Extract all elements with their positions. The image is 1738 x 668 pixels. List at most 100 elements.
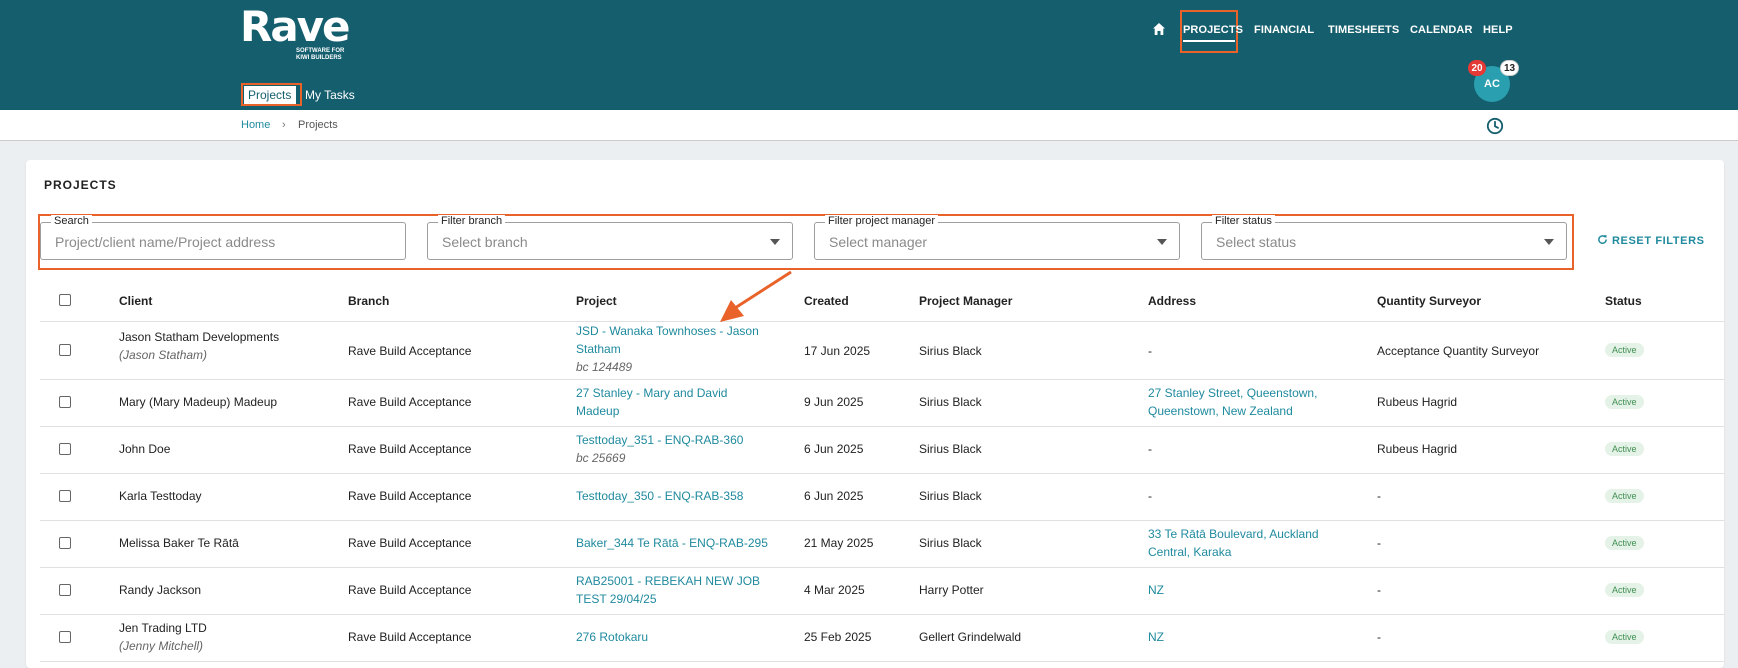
nav-calendar[interactable]: CALENDAR	[1410, 24, 1473, 36]
row-checkbox[interactable]	[59, 490, 71, 502]
table-row[interactable]: Karla Testtoday Rave Build Acceptance Te…	[40, 474, 1724, 521]
project-code: bc 25669	[576, 451, 626, 465]
branch-label: Filter branch	[438, 215, 506, 227]
home-icon[interactable]	[1152, 22, 1166, 36]
table-row[interactable]: Randy Jackson Rave Build Acceptance RAB2…	[40, 568, 1724, 615]
address-link[interactable]: NZ	[1148, 581, 1164, 599]
column-header[interactable]: Quantity Surveyor	[1377, 294, 1481, 308]
manager-select[interactable]: Filter project manager Select manager	[814, 215, 1180, 260]
nav-help[interactable]: HELP	[1483, 24, 1513, 36]
project-cell: 27 Stanley - Mary and David Madeup	[576, 384, 727, 420]
client-name: Jen Trading LTD	[119, 621, 207, 635]
column-header[interactable]: Branch	[348, 294, 389, 308]
reset-filters-label: RESET FILTERS	[1612, 235, 1705, 247]
row-checkbox[interactable]	[59, 631, 71, 643]
created-cell: 6 Jun 2025	[804, 442, 864, 456]
project-link[interactable]: Testtoday_350 - ENQ-RAB-358	[576, 487, 743, 505]
project-link[interactable]: Baker_344 Te Rātā - ENQ-RAB-295	[576, 534, 768, 552]
column-header[interactable]: Project Manager	[919, 294, 1012, 308]
project-cell: RAB25001 - REBEKAH NEW JOB TEST 29/04/25	[576, 572, 760, 608]
breadcrumb: Home › Projects	[0, 110, 1738, 141]
client-cell: Jason Statham Developments (Jason Statha…	[119, 328, 279, 364]
client-contact: (Jenny Mitchell)	[119, 639, 204, 653]
status-badge: Active	[1605, 536, 1644, 550]
status-label: Filter status	[1212, 215, 1275, 227]
search-input[interactable]: Project/client name/Project address	[55, 234, 275, 250]
project-link[interactable]: 276 Rotokaru	[576, 628, 648, 646]
address-link[interactable]: Central, Karaka	[1148, 543, 1319, 561]
table-row[interactable]: Jason Statham Developments (Jason Statha…	[40, 322, 1724, 380]
created-cell: 25 Feb 2025	[804, 630, 872, 644]
reset-filters-button[interactable]: RESET FILTERS	[1597, 234, 1705, 247]
project-cell: JSD - Wanaka Townhoses - Jason Statham b…	[576, 322, 759, 376]
column-header[interactable]: Project	[576, 294, 617, 308]
client-cell: Melissa Baker Te Rātā	[119, 536, 239, 550]
manager-cell: Sirius Black	[919, 442, 982, 456]
address-link[interactable]: 33 Te Rātā Boulevard, Auckland	[1148, 525, 1319, 543]
project-link[interactable]: Testtoday_351 - ENQ-RAB-360	[576, 431, 743, 449]
surveyor-cell: Rubeus Hagrid	[1377, 395, 1458, 409]
table-header: Client Branch Project Created Project Ma…	[40, 276, 1724, 322]
row-checkbox[interactable]	[59, 396, 71, 408]
created-cell: 9 Jun 2025	[804, 395, 864, 409]
status-select[interactable]: Filter status Select status	[1201, 215, 1567, 260]
nav-timesheets[interactable]: TIMESHEETS	[1328, 24, 1399, 36]
address-link[interactable]: Queenstown, New Zealand	[1148, 402, 1317, 420]
row-checkbox[interactable]	[59, 443, 71, 455]
project-link[interactable]: Madeup	[576, 402, 727, 420]
table-row[interactable]: Jen Trading LTD (Jenny Mitchell) Rave Bu…	[40, 615, 1724, 662]
manager-cell: Sirius Black	[919, 489, 982, 503]
address-cell: -	[1148, 489, 1152, 503]
manager-label: Filter project manager	[825, 215, 938, 227]
client-contact: (Jason Statham)	[119, 348, 208, 362]
breadcrumb-home[interactable]: Home	[241, 119, 270, 131]
address-link[interactable]: NZ	[1148, 628, 1164, 646]
created-cell: 6 Jun 2025	[804, 489, 864, 503]
row-checkbox[interactable]	[59, 344, 71, 356]
chevron-down-icon[interactable]	[1544, 239, 1554, 245]
breadcrumb-separator: ›	[282, 119, 286, 131]
column-header[interactable]: Created	[804, 294, 849, 308]
status-badge: Active	[1605, 489, 1644, 503]
status-badge: Active	[1605, 442, 1644, 456]
status-placeholder: Select status	[1216, 234, 1297, 250]
address-link[interactable]: 27 Stanley Street, Queenstown,	[1148, 384, 1317, 402]
nav-active-underline	[1183, 40, 1235, 42]
refresh-icon	[1598, 235, 1607, 244]
row-checkbox[interactable]	[59, 537, 71, 549]
subtab-projects[interactable]: Projects	[248, 88, 291, 102]
created-cell: 17 Jun 2025	[804, 344, 871, 358]
message-badge[interactable]: 13	[1500, 60, 1520, 76]
project-link[interactable]: TEST 29/04/25	[576, 590, 760, 608]
top-navbar: Rave SOFTWARE FOR KIWI BUILDERS PROJECTS…	[0, 0, 1738, 110]
rave-logo[interactable]: Rave SOFTWARE FOR KIWI BUILDERS	[240, 6, 352, 62]
nav-projects[interactable]: PROJECTS	[1183, 24, 1243, 36]
branch-select[interactable]: Filter branch Select branch	[427, 215, 793, 260]
column-header[interactable]: Status	[1605, 294, 1642, 308]
column-header[interactable]: Client	[119, 294, 152, 308]
project-link[interactable]: JSD - Wanaka Townhoses - Jason	[576, 322, 759, 340]
project-code: bc 124489	[576, 360, 633, 374]
clock-icon[interactable]	[1486, 117, 1504, 135]
table-row[interactable]: John Doe Rave Build Acceptance Testtoday…	[40, 427, 1724, 474]
select-all-checkbox[interactable]	[59, 294, 71, 306]
project-link[interactable]: Statham	[576, 340, 759, 358]
surveyor-cell: -	[1377, 583, 1381, 597]
table-row[interactable]: Mary (Mary Madeup) Madeup Rave Build Acc…	[40, 380, 1724, 427]
branch-cell: Rave Build Acceptance	[348, 344, 472, 358]
status-badge: Active	[1605, 630, 1644, 644]
search-label: Search	[51, 215, 92, 227]
chevron-down-icon[interactable]	[1157, 239, 1167, 245]
search-field[interactable]: Search Project/client name/Project addre…	[40, 215, 406, 260]
notification-badge[interactable]: 20	[1468, 60, 1486, 76]
nav-financial[interactable]: FINANCIAL	[1254, 24, 1314, 36]
project-link[interactable]: 27 Stanley - Mary and David	[576, 384, 727, 402]
chevron-down-icon[interactable]	[770, 239, 780, 245]
subtab-my-tasks[interactable]: My Tasks	[305, 88, 355, 102]
client-cell: Randy Jackson	[119, 583, 202, 597]
column-header[interactable]: Address	[1148, 294, 1196, 308]
row-checkbox[interactable]	[59, 584, 71, 596]
project-link[interactable]: RAB25001 - REBEKAH NEW JOB	[576, 572, 760, 590]
table-row[interactable]: Melissa Baker Te Rātā Rave Build Accepta…	[40, 521, 1724, 568]
address-cell: 27 Stanley Street, Queenstown, Queenstow…	[1148, 384, 1317, 420]
